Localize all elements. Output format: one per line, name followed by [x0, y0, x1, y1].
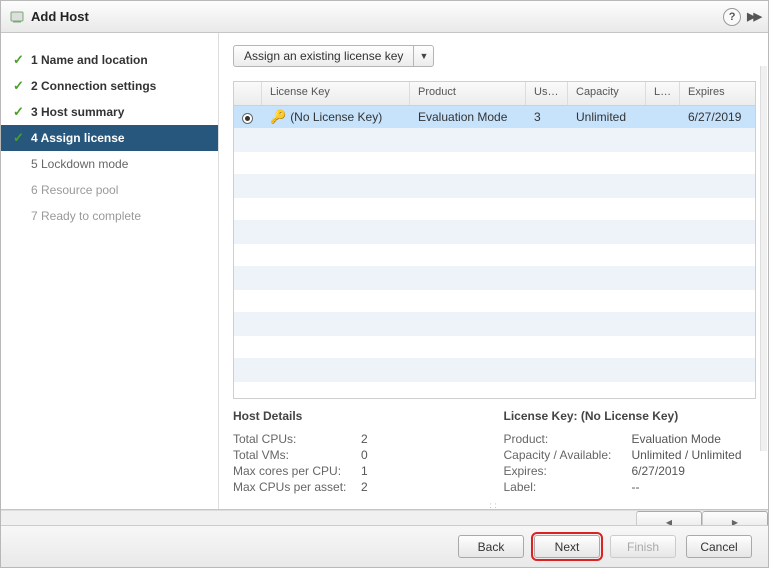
wizard-step-7: ✓7 Ready to complete	[1, 203, 218, 229]
titlebar: Add Host ? ▶▶	[1, 1, 768, 33]
table-row[interactable]: 🔑(No License Key)Evaluation Mode3Unlimit…	[234, 106, 755, 129]
column-product[interactable]: Product	[410, 82, 526, 105]
license-mode-dropdown[interactable]: Assign an existing license key ▼	[233, 45, 434, 67]
details-row: Total CPUs:2	[233, 431, 486, 447]
main-panel: Assign an existing license key ▼ License…	[219, 33, 768, 509]
checkmark-icon: ✓	[13, 52, 27, 68]
details-value: 6/27/2019	[632, 464, 685, 478]
table-row-empty	[234, 290, 755, 313]
table-row-empty	[234, 359, 755, 382]
license-table: License Key Product Usa... Capacity La..…	[233, 81, 756, 399]
wizard-step-2[interactable]: ✓2 Connection settings	[1, 73, 218, 99]
cell-usage: 3	[526, 110, 568, 124]
column-usage[interactable]: Usa...	[526, 82, 568, 105]
help-icon[interactable]: ?	[723, 8, 741, 26]
license-details-heading: License Key: (No License Key)	[504, 409, 757, 423]
details-key: Max CPUs per asset:	[233, 480, 361, 494]
radio-icon[interactable]	[242, 113, 253, 124]
host-details-heading: Host Details	[233, 409, 486, 423]
details-value: 2	[361, 480, 368, 494]
step-label: 3 Host summary	[31, 104, 124, 120]
step-label: 6 Resource pool	[31, 182, 118, 198]
checkmark-icon: ✓	[13, 104, 27, 120]
column-license-key[interactable]: License Key	[262, 82, 410, 105]
table-header: License Key Product Usa... Capacity La..…	[234, 82, 755, 106]
dialog-title: Add Host	[31, 9, 89, 24]
details-row: Capacity / Available:Unlimited / Unlimit…	[504, 447, 757, 463]
details-key: Total VMs:	[233, 448, 361, 462]
table-row-empty	[234, 267, 755, 290]
cell-product: Evaluation Mode	[410, 110, 526, 124]
dropdown-label: Assign an existing license key	[234, 46, 413, 66]
cell-expires: 6/27/2019	[680, 110, 755, 124]
wizard-step-6: ✓6 Resource pool	[1, 177, 218, 203]
details-value: Unlimited / Unlimited	[632, 448, 742, 462]
table-row-empty	[234, 336, 755, 359]
column-la[interactable]: La...	[646, 82, 680, 105]
cancel-button[interactable]: Cancel	[686, 535, 752, 558]
details-row: Total VMs:0	[233, 447, 486, 463]
details-key: Expires:	[504, 464, 632, 478]
details-value: --	[632, 480, 640, 494]
step-label: 1 Name and location	[31, 52, 148, 68]
key-icon: 🔑	[270, 109, 286, 124]
table-row-empty	[234, 129, 755, 152]
checkmark-icon: ✓	[13, 130, 27, 146]
cell-key: 🔑(No License Key)	[262, 109, 410, 125]
table-row-empty	[234, 175, 755, 198]
table-row-empty	[234, 313, 755, 336]
wizard-step-3[interactable]: ✓3 Host summary	[1, 99, 218, 125]
step-label: 4 Assign license	[31, 130, 125, 146]
table-row-empty	[234, 198, 755, 221]
table-row-empty	[234, 382, 755, 399]
wizard-step-1[interactable]: ✓1 Name and location	[1, 47, 218, 73]
vertical-scrollbar[interactable]	[760, 66, 767, 451]
step-label: 5 Lockdown mode	[31, 156, 128, 172]
column-capacity[interactable]: Capacity	[568, 82, 646, 105]
horizontal-scrollbar[interactable]: ◀ ▶	[1, 510, 768, 525]
details-key: Capacity / Available:	[504, 448, 632, 462]
host-details-column: Host Details Total CPUs:2Total VMs:0Max …	[233, 409, 486, 495]
details-row: Max cores per CPU:1	[233, 463, 486, 479]
footer-buttons: Back Next Finish Cancel	[1, 525, 768, 567]
cell-capacity: Unlimited	[568, 110, 646, 124]
details-key: Total CPUs:	[233, 432, 361, 446]
expand-icon[interactable]: ▶▶	[747, 10, 760, 23]
table-row-empty	[234, 221, 755, 244]
wizard-step-4[interactable]: ✓4 Assign license	[1, 125, 218, 151]
cell-radio	[234, 110, 262, 124]
column-select	[234, 82, 262, 105]
host-icon	[9, 9, 25, 25]
step-label: 2 Connection settings	[31, 78, 156, 94]
details-value: 0	[361, 448, 368, 462]
details-value: 1	[361, 464, 368, 478]
chevron-down-icon: ▼	[413, 46, 433, 66]
details-row: Label:--	[504, 479, 757, 495]
add-host-dialog: Add Host ? ▶▶ ✓1 Name and location✓2 Con…	[0, 0, 769, 568]
step-label: 7 Ready to complete	[31, 208, 141, 224]
details-row: Expires:6/27/2019	[504, 463, 757, 479]
details-key: Product:	[504, 432, 632, 446]
resize-handle[interactable]: ::	[233, 501, 756, 509]
license-details-column: License Key: (No License Key) Product:Ev…	[504, 409, 757, 495]
details-key: Max cores per CPU:	[233, 464, 361, 478]
wizard-step-5[interactable]: ✓5 Lockdown mode	[1, 151, 218, 177]
details-panel: Host Details Total CPUs:2Total VMs:0Max …	[233, 409, 756, 499]
table-row-empty	[234, 152, 755, 175]
details-value: Evaluation Mode	[632, 432, 721, 446]
next-button[interactable]: Next	[534, 535, 600, 558]
wizard-steps-sidebar: ✓1 Name and location✓2 Connection settin…	[1, 33, 219, 509]
column-expires[interactable]: Expires	[680, 82, 755, 105]
details-row: Max CPUs per asset:2	[233, 479, 486, 495]
back-button[interactable]: Back	[458, 535, 524, 558]
table-row-empty	[234, 244, 755, 267]
finish-button: Finish	[610, 535, 676, 558]
table-body: 🔑(No License Key)Evaluation Mode3Unlimit…	[234, 106, 755, 399]
details-row: Product:Evaluation Mode	[504, 431, 757, 447]
details-key: Label:	[504, 480, 632, 494]
details-value: 2	[361, 432, 368, 446]
checkmark-icon: ✓	[13, 78, 27, 94]
